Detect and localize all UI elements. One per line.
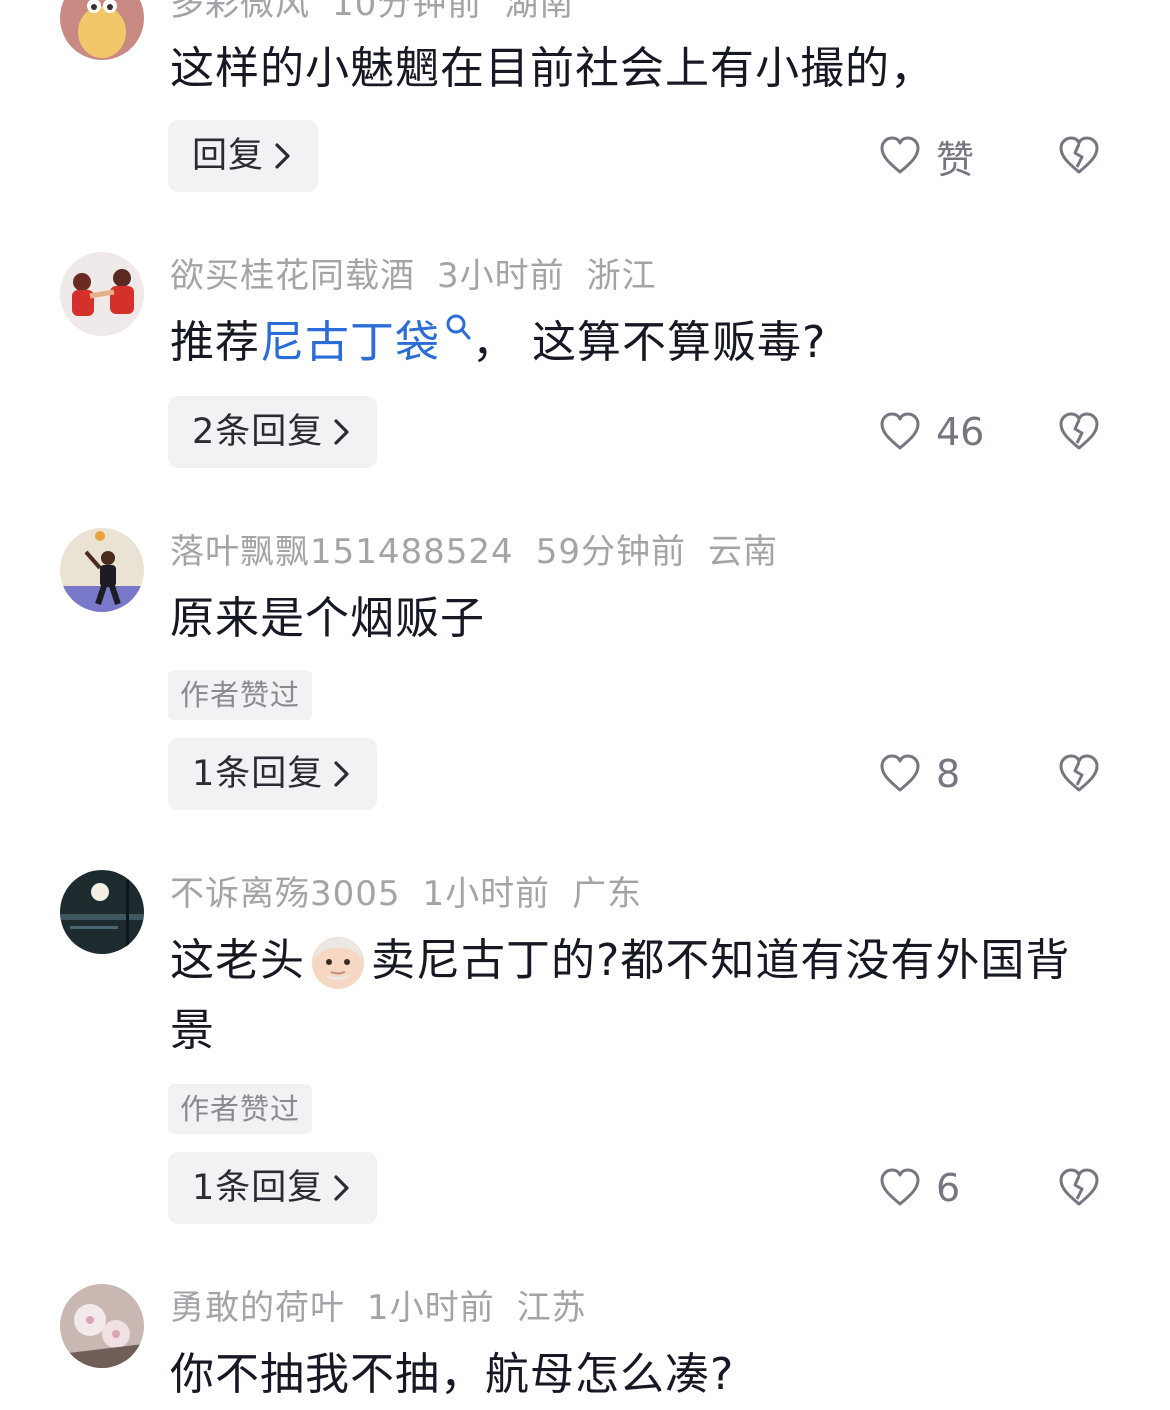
broken-heart-icon <box>1059 754 1099 792</box>
comment-text-part: ， 这算不算贩毒? <box>472 317 827 368</box>
comment-time: 10分钟前 <box>332 0 483 24</box>
avatar[interactable] <box>60 528 144 612</box>
like-count: 46 <box>936 410 985 454</box>
avatar-image <box>60 528 144 612</box>
avatar-image <box>60 0 144 60</box>
author-liked-badge: 作者赞过 <box>168 1084 313 1134</box>
avatar-image <box>60 1284 144 1368</box>
like-button[interactable]: 6 <box>878 1152 960 1224</box>
comment-location: 广东 <box>572 874 643 914</box>
search-link[interactable]: 尼古丁袋 <box>260 317 440 368</box>
username[interactable]: 勇敢的荷叶 <box>170 1288 345 1328</box>
comment-time: 1小时前 <box>422 874 551 914</box>
reply-button[interactable]: 2条回复 <box>168 396 378 468</box>
avatar-image <box>60 252 144 336</box>
heart-outline-icon <box>880 412 920 450</box>
dislike-button[interactable] <box>1056 1152 1102 1224</box>
comment-time: 3小时前 <box>437 256 565 296</box>
comment-text-part: 推荐 <box>170 317 260 368</box>
reply-button[interactable]: 1条回复 <box>168 738 378 810</box>
comment-meta: 不诉离殇3005 1小时前 广东 <box>170 870 664 918</box>
reply-label: 1条回复 <box>192 754 324 794</box>
search-icon[interactable] <box>444 312 472 344</box>
comment-text: 原来是个烟贩子 <box>170 593 485 644</box>
username[interactable]: 落叶飘飘151488524 <box>170 532 514 572</box>
comment-location: 江苏 <box>516 1288 587 1328</box>
like-label: 赞 <box>936 137 975 182</box>
chevron-right-icon <box>275 143 290 169</box>
like-button[interactable]: 赞 <box>878 120 974 192</box>
comment-text-part: 卖尼古丁的?都不知道有没有外国背景 <box>170 935 1071 1056</box>
dislike-button[interactable] <box>1056 738 1102 810</box>
username[interactable]: 不诉离殇3005 <box>170 874 401 914</box>
comment-text: 推荐尼古丁袋 ， 这算不算贩毒? <box>170 308 1100 378</box>
reply-label: 2条回复 <box>192 412 324 452</box>
comment-meta: 欲买桂花同载酒 3小时前 浙江 <box>170 252 679 300</box>
broken-heart-icon <box>1059 136 1099 174</box>
heart-outline-icon <box>880 754 920 792</box>
comment-location: 云南 <box>707 532 778 572</box>
like-button[interactable]: 46 <box>878 396 984 468</box>
comment-text: 你不抽我不抽，航母怎么凑? <box>170 1349 735 1400</box>
reply-label: 回复 <box>192 136 265 176</box>
avatar-image <box>60 870 144 954</box>
comment-text: 这样的小魅魍在目前社会上有小撮的， <box>170 43 935 94</box>
avatar[interactable] <box>60 1284 144 1368</box>
heart-outline-icon <box>880 1168 920 1206</box>
reply-button[interactable]: 回复 <box>168 120 319 192</box>
comment-location: 湖南 <box>504 0 575 24</box>
comment-time: 1小时前 <box>367 1288 495 1328</box>
comment-meta: 多彩微风 10分钟前 湖南 <box>170 0 596 28</box>
chevron-right-icon <box>334 761 349 787</box>
reply-button[interactable]: 1条回复 <box>168 1152 378 1224</box>
like-button[interactable]: 8 <box>878 738 960 810</box>
username[interactable]: 欲买桂花同载酒 <box>170 256 415 296</box>
username[interactable]: 多彩微风 <box>170 0 310 24</box>
author-liked-badge: 作者赞过 <box>168 670 313 720</box>
heart-outline-icon <box>880 136 920 174</box>
broken-heart-icon <box>1059 412 1099 450</box>
dislike-button[interactable] <box>1056 120 1102 192</box>
old-man-emoji-icon <box>312 937 364 989</box>
dislike-button[interactable] <box>1056 396 1102 468</box>
chevron-right-icon <box>334 1175 349 1201</box>
avatar[interactable] <box>60 870 144 954</box>
comment-text: 这老头 卖尼古丁的?都不知道有没有外国背景 <box>170 926 1100 1066</box>
comment-location: 浙江 <box>586 256 657 296</box>
avatar[interactable] <box>60 252 144 336</box>
comment-text-part: 这老头 <box>170 935 305 986</box>
comment-time: 59分钟前 <box>535 532 686 572</box>
comment-meta: 勇敢的荷叶 1小时前 江苏 <box>170 1284 609 1332</box>
reply-label: 1条回复 <box>192 1168 324 1208</box>
broken-heart-icon <box>1059 1168 1099 1206</box>
avatar[interactable] <box>60 0 144 60</box>
chevron-right-icon <box>334 419 349 445</box>
comment-meta: 落叶飘飘151488524 59分钟前 云南 <box>170 528 800 576</box>
like-count: 6 <box>936 1166 961 1210</box>
like-count: 8 <box>936 752 961 796</box>
